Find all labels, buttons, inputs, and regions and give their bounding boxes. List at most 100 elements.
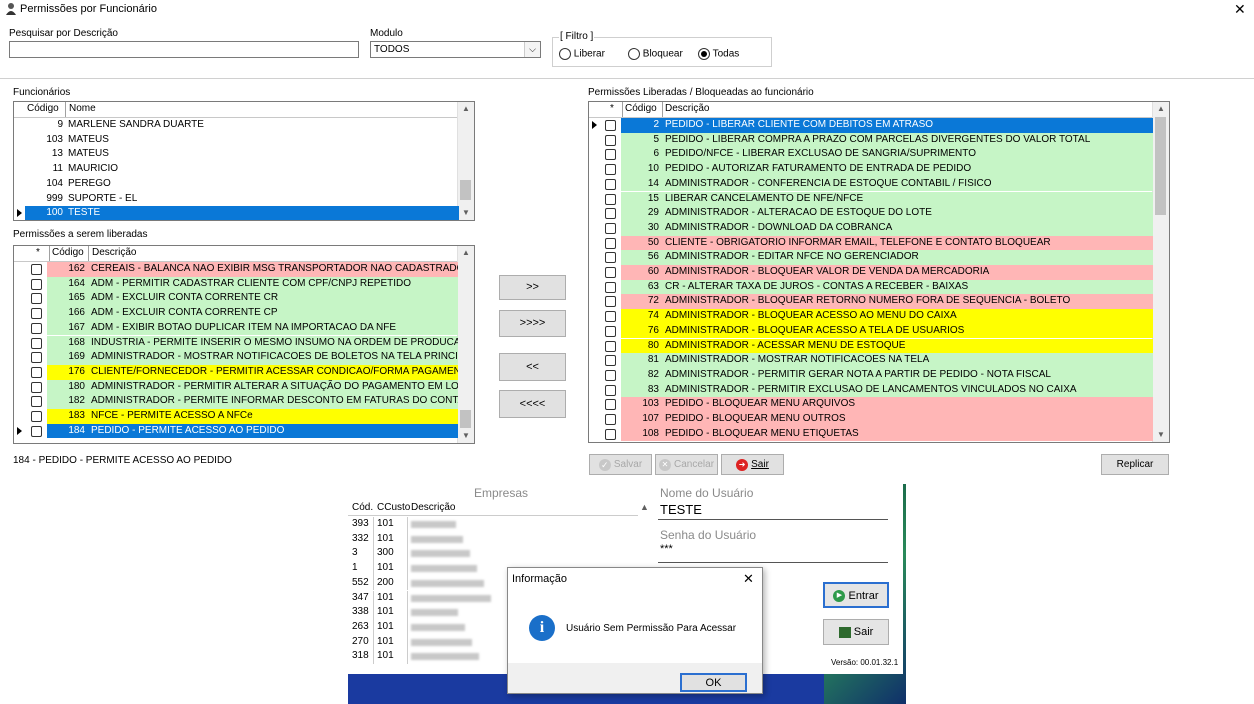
table-row[interactable]: 82 ADMINISTRADOR - PERMITIR GERAR NOTA A … <box>589 367 1153 383</box>
sair-button[interactable]: ➜ Sair <box>721 454 784 475</box>
scroll-down-icon[interactable]: ▼ <box>1153 428 1169 442</box>
row-checkbox[interactable] <box>605 164 616 176</box>
table-row[interactable]: 393 101 <box>348 517 638 532</box>
radio-icon[interactable] <box>559 48 571 60</box>
row-checkbox[interactable] <box>605 134 616 146</box>
radio-icon[interactable] <box>628 48 640 60</box>
modulo-select[interactable]: TODOS ⌵ <box>370 41 541 58</box>
table-row[interactable]: 180 ADMINISTRADOR - PERMITIR ALTERAR A SI… <box>14 379 458 395</box>
table-row[interactable]: 9 MARLENE SANDRA DUARTE <box>14 118 459 133</box>
row-checkbox[interactable] <box>605 428 616 440</box>
add-selected-button[interactable]: >> <box>499 275 566 300</box>
table-row[interactable]: 107 PEDIDO - BLOQUEAR MENU OUTROS <box>589 412 1153 427</box>
row-checkbox[interactable] <box>31 308 42 320</box>
col-header-descricao[interactable]: Descrição <box>411 502 455 513</box>
table-row[interactable]: 184 PEDIDO - PERMITE ACESSO AO PEDIDO <box>14 423 458 439</box>
password-value[interactable]: *** <box>660 543 673 555</box>
permissoes-liberar-grid[interactable]: * Código Descrição ▲ ▼ 162 CEREAIS - BALA… <box>13 245 475 444</box>
row-checkbox[interactable] <box>31 366 42 378</box>
row-checkbox[interactable] <box>605 208 616 220</box>
scroll-thumb[interactable] <box>460 410 471 428</box>
cancelar-button[interactable]: ✕ Cancelar <box>655 454 718 475</box>
table-row[interactable]: 13 MATEUS <box>14 147 459 163</box>
row-checkbox[interactable] <box>605 311 616 323</box>
radio-liberar[interactable]: Liberar <box>559 48 605 60</box>
row-checkbox[interactable] <box>605 193 616 205</box>
table-row[interactable]: 999 SUPORTE - EL <box>14 191 459 207</box>
row-checkbox[interactable] <box>31 264 42 275</box>
row-checkbox[interactable] <box>605 355 616 367</box>
table-row[interactable]: 14 ADMINISTRADOR - CONFERENCIA DE ESTOQUE… <box>589 176 1153 192</box>
table-row[interactable]: 164 ADM - PERMITIR CADASTRAR CLIENTE COM … <box>14 276 458 292</box>
scroll-up-icon[interactable]: ▲ <box>640 502 649 512</box>
table-row[interactable]: 183 NFCE - PERMITE ACESSO A NFCe <box>14 409 458 424</box>
scrollbar[interactable]: ▲ ▼ <box>457 246 474 443</box>
row-checkbox[interactable] <box>605 399 616 411</box>
scroll-up-icon[interactable]: ▲ <box>1153 102 1169 116</box>
replicar-button[interactable]: Replicar <box>1101 454 1169 475</box>
row-checkbox[interactable] <box>605 149 616 161</box>
row-checkbox[interactable] <box>605 340 616 352</box>
col-header-codigo[interactable]: Código <box>52 247 84 258</box>
salvar-button[interactable]: ✓ Salvar <box>589 454 652 475</box>
permissoes-funcionario-grid[interactable]: * Código Descrição ▲ ▼ 2 PEDIDO - LIBERAR… <box>588 101 1170 443</box>
scroll-down-icon[interactable]: ▼ <box>458 206 474 220</box>
table-row[interactable]: 76 ADMINISTRADOR - BLOQUEAR ACESSO A TELA… <box>589 323 1153 339</box>
table-row[interactable]: 5 PEDIDO - LIBERAR COMPRA A PRAZO COM PAR… <box>589 132 1153 148</box>
col-header-descricao[interactable]: Descrição <box>92 247 136 258</box>
col-header-nome[interactable]: Nome <box>69 103 96 114</box>
chevron-down-icon[interactable]: ⌵ <box>524 42 540 57</box>
row-checkbox[interactable] <box>31 411 42 422</box>
scroll-thumb[interactable] <box>1155 117 1166 215</box>
dialog-close-icon[interactable]: ✕ <box>743 571 754 587</box>
table-row[interactable]: 60 ADMINISTRADOR - BLOQUEAR VALOR DE VEND… <box>589 265 1153 280</box>
table-row[interactable]: 100 TESTE <box>14 206 459 220</box>
row-checkbox[interactable] <box>31 425 42 437</box>
funcionarios-grid[interactable]: Código Nome ▲ ▼ 9 MARLENE SANDRA DUARTE 10… <box>13 101 475 221</box>
table-row[interactable]: 103 PEDIDO - BLOQUEAR MENU ARQUIVOS <box>589 397 1153 412</box>
scroll-up-icon[interactable]: ▲ <box>458 246 474 260</box>
row-checkbox[interactable] <box>605 237 616 249</box>
scrollbar[interactable]: ▲ ▼ <box>1152 102 1169 442</box>
row-checkbox[interactable] <box>31 322 42 334</box>
col-header-ccusto[interactable]: CCusto <box>377 502 410 513</box>
table-row[interactable]: 81 ADMINISTRADOR - MOSTRAR NOTIFICACOES N… <box>589 353 1153 368</box>
table-row[interactable]: 11 MAURICIO <box>14 162 459 177</box>
table-row[interactable]: 56 ADMINISTRADOR - EDITAR NFCE NO GERENCI… <box>589 250 1153 265</box>
row-checkbox[interactable] <box>31 337 42 349</box>
row-checkbox[interactable] <box>605 325 616 337</box>
table-row[interactable]: 10 PEDIDO - AUTORIZAR FATURAMENTO DE ENTR… <box>589 162 1153 177</box>
scrollbar[interactable]: ▲ ▼ <box>457 102 474 220</box>
row-checkbox[interactable] <box>605 296 616 308</box>
row-checkbox[interactable] <box>605 369 616 381</box>
row-checkbox[interactable] <box>605 178 616 190</box>
row-checkbox[interactable] <box>605 384 616 396</box>
col-header-descricao[interactable]: Descrição <box>665 103 709 114</box>
table-row[interactable]: 182 ADMINISTRADOR - PERMITE INFORMAR DESC… <box>14 394 458 409</box>
table-row[interactable]: 2 PEDIDO - LIBERAR CLIENTE COM DEBITOS EM… <box>589 118 1153 133</box>
radio-selected-icon[interactable] <box>698 48 710 60</box>
scroll-down-icon[interactable]: ▼ <box>458 429 474 443</box>
row-checkbox[interactable] <box>31 381 42 393</box>
table-row[interactable]: 80 ADMINISTRADOR - ACESSAR MENU DE ESTOQU… <box>589 338 1153 354</box>
scroll-up-icon[interactable]: ▲ <box>458 102 474 116</box>
table-row[interactable]: 176 CLIENTE/FORNECEDOR - PERMITIR ACESSAR… <box>14 364 458 380</box>
ok-button[interactable]: OK <box>680 673 747 692</box>
table-row[interactable]: 3 300 <box>348 546 638 562</box>
table-row[interactable]: 166 ADM - EXCLUIR CONTA CORRENTE CP <box>14 306 458 321</box>
add-all-button[interactable]: >>>> <box>499 310 566 337</box>
row-checkbox[interactable] <box>31 396 42 408</box>
remove-all-button[interactable]: <<<< <box>499 390 566 418</box>
table-row[interactable]: 6 PEDIDO/NFCE - LIBERAR EXCLUSAO DE SANGR… <box>589 147 1153 163</box>
scroll-thumb[interactable] <box>460 180 471 200</box>
table-row[interactable]: 103 MATEUS <box>14 132 459 148</box>
login-sair-button[interactable]: Sair <box>823 619 889 645</box>
table-row[interactable]: 83 ADMINISTRADOR - PERMITIR EXCLUSAO DE L… <box>589 382 1153 398</box>
radio-todas[interactable]: Todas <box>698 48 739 60</box>
table-row[interactable]: 50 CLIENTE - OBRIGATORIO INFORMAR EMAIL, … <box>589 235 1153 251</box>
row-checkbox[interactable] <box>605 222 616 234</box>
table-row[interactable]: 63 CR - ALTERAR TAXA DE JUROS - CONTAS A … <box>589 279 1153 295</box>
table-row[interactable]: 332 101 <box>348 531 638 547</box>
table-row[interactable]: 168 INDUSTRIA - PERMITE INSERIR O MESMO I… <box>14 335 458 351</box>
entrar-button[interactable]: ▶ Entrar <box>823 582 889 608</box>
